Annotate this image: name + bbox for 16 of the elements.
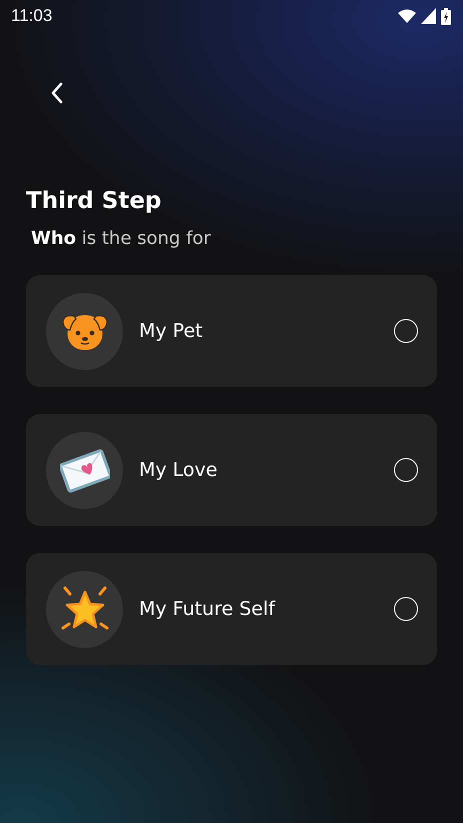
option-label: My Future Self <box>139 598 276 620</box>
step-title: Third Step <box>26 188 162 214</box>
option-card[interactable]: My Future Self <box>26 553 437 665</box>
option-label: My Love <box>139 459 218 481</box>
option-card[interactable]: My Pet <box>26 275 437 387</box>
option-card[interactable]: My Love <box>26 414 437 526</box>
back-icon[interactable] <box>50 82 64 104</box>
status-time: 11:03 <box>11 6 52 26</box>
battery-icon <box>441 8 451 24</box>
option-label: My Pet <box>139 320 204 342</box>
radio-button[interactable] <box>394 319 418 343</box>
radio-button[interactable] <box>394 597 418 621</box>
step-subtitle: Who is the song for <box>31 228 212 249</box>
radio-button[interactable] <box>394 458 418 482</box>
signal-icon <box>421 8 436 24</box>
wifi-icon <box>398 9 416 23</box>
